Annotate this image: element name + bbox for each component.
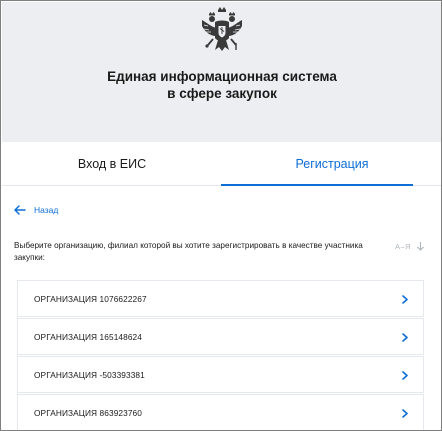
tab-login[interactable]: Вход в ЕИС [2, 142, 222, 186]
organization-item[interactable]: ОРГАНИЗАЦИЯ 863923760 [17, 394, 424, 430]
eagle-emblem-icon [202, 7, 242, 51]
chevron-right-icon [402, 371, 408, 380]
organization-list: ОРГАНИЗАЦИЯ 1076622267 ОРГАНИЗАЦИЯ 16514… [17, 280, 424, 430]
page-title-line-1: Единая информационная система [107, 69, 337, 84]
back-label: Назад [34, 205, 59, 215]
organization-item[interactable]: ОРГАНИЗАЦИЯ 165148624 [17, 318, 424, 355]
active-tab-indicator [221, 184, 413, 186]
back-link[interactable]: Назад [14, 203, 58, 217]
organization-name: ОРГАНИЗАЦИЯ 863923760 [34, 408, 142, 418]
sort-toggle[interactable]: А–Я [395, 240, 424, 252]
page-title-line-2: в сфере закупок [167, 86, 277, 101]
organization-item[interactable]: ОРГАНИЗАЦИЯ 1076622267 [17, 280, 424, 317]
page-title: Единая информационная система в сфере за… [2, 68, 441, 102]
arrow-left-icon [14, 205, 26, 215]
sort-label: А–Я [395, 241, 412, 251]
instruction-text: Выберите организацию, филиал которой вы … [14, 241, 363, 262]
tab-registration[interactable]: Регистрация [222, 142, 441, 186]
organization-item[interactable]: ОРГАНИЗАЦИЯ -503393381 [17, 356, 424, 393]
chevron-right-icon [402, 295, 408, 304]
header: Единая информационная система в сфере за… [2, 2, 441, 142]
app-window: Единая информационная система в сфере за… [0, 0, 442, 431]
arrow-down-icon [417, 241, 424, 251]
auth-tabs: Вход в ЕИС Регистрация [2, 142, 441, 186]
chevron-right-icon [402, 409, 408, 418]
organization-name: ОРГАНИЗАЦИЯ 1076622267 [34, 294, 147, 304]
organization-name: ОРГАНИЗАЦИЯ 165148624 [34, 332, 142, 342]
chevron-right-icon [402, 333, 408, 342]
organization-name: ОРГАНИЗАЦИЯ -503393381 [34, 370, 145, 380]
